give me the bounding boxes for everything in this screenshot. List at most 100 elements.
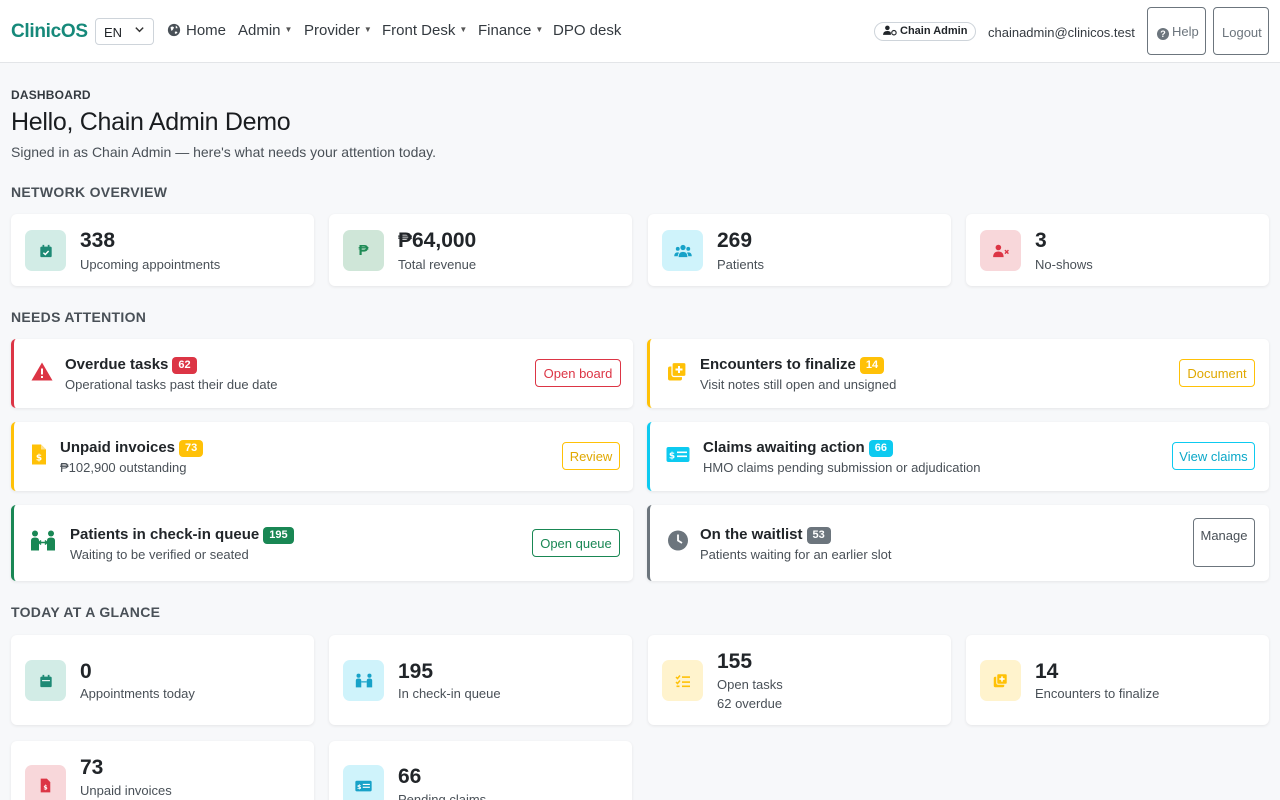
attention-title: Patients in check-in queue 195: [70, 526, 294, 544]
attention-title: Encounters to finalize 14: [700, 356, 885, 374]
attention-description: Visit notes still open and unsigned: [700, 377, 897, 392]
stat-label: Unpaid invoices: [80, 783, 172, 798]
stat-value: 66: [398, 765, 422, 788]
stat-card-pending-claims[interactable]: $ 66 Pending claims: [329, 741, 632, 800]
stat-value: 0: [80, 660, 92, 683]
attention-title-text: Claims awaiting action: [703, 439, 865, 456]
stat-card-check-in-queue[interactable]: 195 In check-in queue: [329, 635, 632, 725]
open-queue-button[interactable]: Open queue: [532, 529, 620, 557]
stat-card-unpaid-invoices[interactable]: $ 73 Unpaid invoices: [11, 741, 314, 800]
stat-card-upcoming-appointments[interactable]: 338 Upcoming appointments: [11, 214, 314, 286]
top-navbar: ClinicOS EN Home Admin ▼ Provider ▼ Front …: [0, 0, 1280, 63]
people-queue-icon: [30, 530, 56, 557]
peso-icon: ₱: [343, 230, 384, 271]
attention-card-encounters: Encounters to finalize 14 Visit notes sti…: [647, 339, 1269, 408]
calendar-icon: [25, 660, 66, 701]
stat-card-appointments-today[interactable]: 0 Appointments today: [11, 635, 314, 725]
network-overview-heading: NETWORK OVERVIEW: [11, 184, 168, 200]
attention-card-unpaid-invoices: $ Unpaid invoices 73 ₱102,900 outstanding…: [11, 422, 633, 491]
count-badge: 62: [172, 357, 197, 374]
nav-admin-dropdown[interactable]: Admin ▼: [238, 22, 292, 39]
open-board-button[interactable]: Open board: [535, 359, 621, 387]
attention-title: Claims awaiting action 66: [703, 439, 893, 457]
attention-title: Unpaid invoices 73: [60, 439, 204, 457]
stat-value: 338: [80, 229, 116, 252]
attention-card-claims: $ Claims awaiting action 66 HMO claims pe…: [647, 422, 1269, 491]
count-badge: 73: [179, 440, 204, 457]
nav-home[interactable]: Home: [167, 22, 226, 41]
attention-card-waitlist: On the waitlist 53 Patients waiting for a…: [647, 505, 1269, 581]
stat-label: No-shows: [1035, 257, 1093, 272]
stat-value: 155: [717, 650, 753, 673]
nav-provider-dropdown[interactable]: Provider ▼: [304, 22, 372, 39]
claim-card-icon: $: [666, 446, 690, 467]
user-email: chainadmin@clinicos.test: [988, 25, 1135, 40]
page-eyebrow: DASHBOARD: [11, 88, 91, 102]
view-claims-button[interactable]: View claims: [1172, 442, 1255, 470]
clock-icon: [667, 530, 689, 557]
count-badge: 66: [868, 440, 893, 457]
nav-dpo-label: DPO desk: [553, 22, 622, 39]
user-x-icon: [980, 230, 1021, 271]
document-button[interactable]: Document: [1179, 359, 1255, 387]
stat-card-total-revenue[interactable]: ₱ ₱64,000 Total revenue: [329, 214, 632, 286]
manage-button[interactable]: Manage: [1193, 518, 1255, 567]
stat-value: 269: [717, 229, 753, 252]
attention-description: ₱102,900 outstanding: [60, 460, 187, 475]
stat-value: 73: [80, 756, 104, 779]
stat-value: 14: [1035, 660, 1059, 683]
caret-down-icon: ▼: [535, 25, 544, 34]
nav-front-desk-label: Front Desk: [382, 22, 456, 39]
attention-title-text: Overdue tasks: [65, 356, 169, 373]
stat-label: Open tasks: [717, 677, 783, 692]
question-circle-icon: ?: [1157, 28, 1169, 40]
warning-icon: [31, 361, 53, 386]
stat-card-patients[interactable]: 269 Patients: [648, 214, 951, 286]
attention-title-text: Encounters to finalize: [700, 356, 856, 373]
needs-attention-heading: NEEDS ATTENTION: [11, 309, 147, 325]
caret-down-icon: ▼: [284, 25, 293, 34]
notes-plus-icon: [980, 660, 1021, 701]
stat-label: Appointments today: [80, 686, 195, 701]
stat-value: 195: [398, 660, 434, 683]
checklist-icon: [662, 660, 703, 701]
calendar-check-icon: [25, 230, 66, 271]
attention-title-text: On the waitlist: [700, 526, 803, 543]
language-select[interactable]: EN: [95, 18, 154, 45]
stat-label: Total revenue: [398, 257, 477, 272]
nav-dpo-desk[interactable]: DPO desk: [553, 22, 621, 39]
globe-icon: [167, 23, 181, 41]
caret-down-icon: ▼: [459, 25, 468, 34]
page-title: Hello, Chain Admin Demo: [11, 108, 291, 136]
today-heading: TODAY AT A GLANCE: [11, 604, 161, 620]
review-button[interactable]: Review: [562, 442, 620, 470]
stat-label: Upcoming appointments: [80, 257, 221, 272]
count-badge: 195: [263, 527, 294, 544]
svg-text:$: $: [36, 453, 42, 463]
svg-text:$: $: [669, 451, 675, 461]
notes-plus-icon: [667, 361, 687, 386]
count-badge: 14: [859, 357, 885, 374]
nav-front-desk-dropdown[interactable]: Front Desk ▼: [382, 22, 467, 39]
page-subtitle: Signed in as Chain Admin — here's what n…: [11, 144, 437, 160]
claim-card-icon: $: [343, 765, 384, 800]
stat-card-open-tasks[interactable]: 155 Open tasks 62 overdue: [648, 635, 951, 725]
logout-button[interactable]: Logout: [1213, 7, 1269, 55]
role-badge: Chain Admin: [874, 22, 977, 41]
language-value: EN: [104, 25, 123, 40]
attention-description: Patients waiting for an earlier slot: [700, 547, 892, 562]
role-label: Chain Admin: [900, 25, 968, 37]
svg-text:$: $: [357, 782, 361, 790]
nav-provider-label: Provider: [304, 22, 360, 39]
help-label: Help: [1172, 24, 1199, 39]
brand-logo[interactable]: ClinicOS: [11, 21, 88, 43]
attention-card-check-in-queue: Patients in check-in queue 195 Waiting to…: [11, 505, 633, 581]
help-button[interactable]: ? Help: [1147, 7, 1206, 55]
svg-text:$: $: [43, 785, 47, 792]
stat-value: ₱64,000: [398, 229, 477, 252]
stat-card-no-shows[interactable]: 3 No-shows: [966, 214, 1269, 286]
nav-finance-dropdown[interactable]: Finance ▼: [478, 22, 543, 39]
attention-title-text: Unpaid invoices: [60, 439, 176, 456]
stat-card-encounters-to-finalize[interactable]: 14 Encounters to finalize: [966, 635, 1269, 725]
attention-title: On the waitlist 53: [700, 526, 831, 544]
